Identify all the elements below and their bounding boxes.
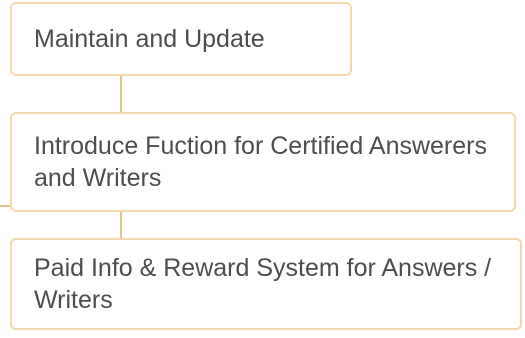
node-certified-answerers-writers[interactable]: Introduce Fuction for Certified Answerer… [10,112,516,212]
node-label: Paid Info & Reward System for Answers / … [34,254,492,314]
node-label: Introduce Fuction for Certified Answerer… [34,132,487,192]
connector-node1-node2 [120,76,122,112]
node-maintain-and-update[interactable]: Maintain and Update [10,2,352,76]
connector-node2-node3 [120,212,122,238]
node-label: Maintain and Update [34,25,265,53]
node-paid-info-reward-system[interactable]: Paid Info & Reward System for Answers / … [10,238,522,330]
